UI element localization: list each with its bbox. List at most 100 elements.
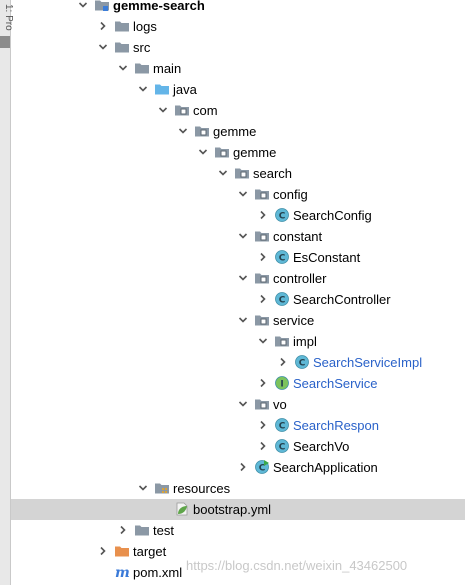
chevron-down-icon[interactable] — [117, 62, 129, 74]
chevron-right-icon[interactable] — [277, 356, 289, 368]
svg-text:C: C — [279, 212, 286, 222]
folder-icon — [114, 18, 130, 34]
chevron-down-icon[interactable] — [237, 272, 249, 284]
svg-text:C: C — [279, 443, 286, 453]
package-icon — [254, 312, 270, 328]
tree-item-label: gemme-search — [113, 0, 205, 13]
tree-row[interactable]: constant — [11, 226, 465, 247]
tree-row[interactable]: C SearchApplication — [11, 457, 465, 478]
package-icon — [234, 165, 250, 181]
project-tree[interactable]: gemme-search logs src main java com gemme gemme… — [11, 0, 465, 585]
tree-row[interactable]: service — [11, 310, 465, 331]
chevron-down-icon[interactable] — [137, 482, 149, 494]
stripe-button-indicator — [0, 36, 10, 48]
tree-row[interactable]: impl — [11, 331, 465, 352]
tree-row[interactable]: src — [11, 37, 465, 58]
svg-text:C: C — [279, 296, 286, 306]
chevron-right-icon[interactable] — [257, 209, 269, 221]
class-icon: C — [274, 438, 290, 454]
tree-item-label: service — [273, 313, 315, 328]
class-icon: C — [274, 291, 290, 307]
package-icon — [174, 102, 190, 118]
tree-item-label: vo — [273, 397, 287, 412]
folder-icon — [114, 39, 130, 55]
chevron-right-icon[interactable] — [97, 545, 109, 557]
chevron-right-icon[interactable] — [257, 251, 269, 263]
tree-row[interactable]: C EsConstant — [11, 247, 465, 268]
chevron-right-icon[interactable] — [237, 461, 249, 473]
chevron-down-icon[interactable] — [97, 41, 109, 53]
tree-item-label: test — [153, 523, 174, 538]
resources-folder-icon — [154, 480, 170, 496]
tree-row[interactable]: gemme-search — [11, 0, 465, 16]
class-icon: C — [274, 207, 290, 223]
chevron-right-icon[interactable] — [257, 293, 269, 305]
chevron-right-icon[interactable] — [257, 440, 269, 452]
tree-row[interactable]: C SearchServiceImpl — [11, 352, 465, 373]
chevron-down-icon[interactable] — [217, 167, 229, 179]
tree-row[interactable]: test — [11, 520, 465, 541]
tree-row[interactable]: java — [11, 79, 465, 100]
class-icon: C — [274, 417, 290, 433]
project-tool-window-stripe[interactable]: 1: Pro — [0, 0, 14, 585]
tree-row[interactable]: I SearchService — [11, 373, 465, 394]
chevron-down-icon[interactable] — [177, 125, 189, 137]
chevron-down-icon[interactable] — [77, 0, 89, 11]
tree-row[interactable]: gemme — [11, 121, 465, 142]
tree-row[interactable]: resources — [11, 478, 465, 499]
tree-item-label: SearchService — [293, 376, 378, 391]
tree-row[interactable]: main — [11, 58, 465, 79]
tree-item-label: pom.xml — [133, 565, 183, 580]
tree-row[interactable]: vo — [11, 394, 465, 415]
chevron-down-icon[interactable] — [237, 398, 249, 410]
chevron-down-icon[interactable] — [197, 146, 209, 158]
folder-icon — [134, 60, 150, 76]
tree-row[interactable]: config — [11, 184, 465, 205]
chevron-right-icon[interactable] — [257, 377, 269, 389]
tree-row[interactable]: controller — [11, 268, 465, 289]
tree-row[interactable]: bootstrap.yml — [11, 499, 465, 520]
tree-item-label: resources — [173, 481, 231, 496]
tree-item-label: src — [133, 40, 151, 55]
target-folder-icon — [114, 543, 130, 559]
chevron-down-icon[interactable] — [237, 230, 249, 242]
folder-icon — [134, 522, 150, 538]
svg-text:I: I — [280, 380, 283, 390]
tree-item-label: gemme — [213, 124, 257, 139]
package-icon — [254, 396, 270, 412]
chevron-right-icon[interactable] — [97, 20, 109, 32]
tree-row[interactable]: C SearchRespon — [11, 415, 465, 436]
tree-item-label: config — [273, 187, 308, 202]
tree-row[interactable]: search — [11, 163, 465, 184]
svg-text:C: C — [279, 422, 286, 432]
tree-item-label: SearchConfig — [293, 208, 372, 223]
class-icon: C — [294, 354, 310, 370]
package-icon — [254, 228, 270, 244]
package-icon — [254, 270, 270, 286]
tree-row[interactable]: logs — [11, 16, 465, 37]
tree-item-label: impl — [293, 334, 317, 349]
tree-row[interactable]: C SearchVo — [11, 436, 465, 457]
tree-row[interactable]: com — [11, 100, 465, 121]
chevron-right-icon[interactable] — [117, 524, 129, 536]
chevron-down-icon[interactable] — [257, 335, 269, 347]
tree-item-label: bootstrap.yml — [193, 502, 272, 517]
spring-yml-icon — [174, 501, 190, 517]
watermark-text: https://blog.csdn.net/weixin_43462500 — [186, 558, 408, 573]
tree-row[interactable]: C SearchController — [11, 289, 465, 310]
tree-row[interactable]: C SearchConfig — [11, 205, 465, 226]
tree-item-label: SearchController — [293, 292, 391, 307]
tree-item-label: gemme — [233, 145, 277, 160]
tree-item-label: SearchVo — [293, 439, 350, 454]
chevron-down-icon[interactable] — [237, 188, 249, 200]
chevron-down-icon[interactable] — [157, 104, 169, 116]
package-icon — [274, 333, 290, 349]
package-icon — [194, 123, 210, 139]
chevron-down-icon[interactable] — [237, 314, 249, 326]
chevron-right-icon[interactable] — [257, 419, 269, 431]
spring-boot-class-icon: C — [254, 459, 270, 475]
class-icon: C — [274, 249, 290, 265]
package-icon — [214, 144, 230, 160]
chevron-down-icon[interactable] — [137, 83, 149, 95]
tree-row[interactable]: gemme — [11, 142, 465, 163]
